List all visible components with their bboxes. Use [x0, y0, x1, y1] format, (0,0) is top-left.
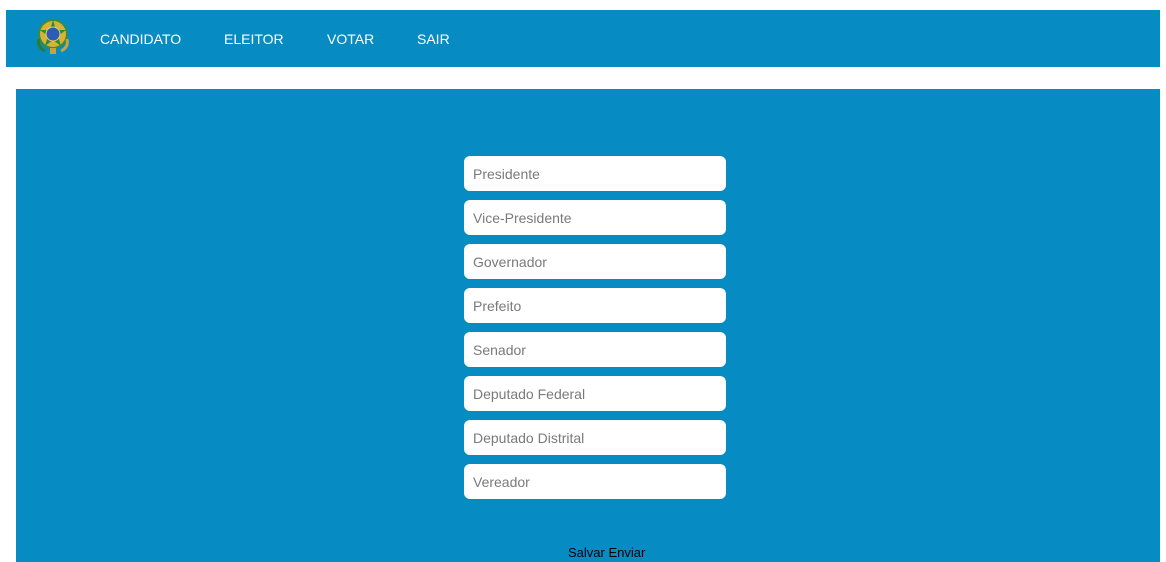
deputado-distrital-input[interactable]: [464, 420, 726, 455]
nav-eleitor[interactable]: ELEITOR: [224, 31, 284, 47]
presidente-input[interactable]: [464, 156, 726, 191]
brazil-coat-of-arms-icon[interactable]: [35, 17, 71, 55]
governador-input[interactable]: [464, 244, 726, 279]
deputado-federal-input[interactable]: [464, 376, 726, 411]
send-button[interactable]: Enviar: [608, 545, 645, 560]
senador-input[interactable]: [464, 332, 726, 367]
prefeito-input[interactable]: [464, 288, 726, 323]
save-button[interactable]: Salvar: [568, 545, 605, 560]
nav-votar[interactable]: VOTAR: [327, 31, 374, 47]
nav-sair[interactable]: SAIR: [417, 31, 450, 47]
top-navbar: CANDIDATO ELEITOR VOTAR SAIR: [6, 10, 1160, 67]
form-actions: Salvar Enviar: [568, 545, 645, 560]
vote-form-panel: Salvar Enviar: [16, 89, 1160, 562]
vice-presidente-input[interactable]: [464, 200, 726, 235]
nav-candidato[interactable]: CANDIDATO: [100, 31, 181, 47]
vereador-input[interactable]: [464, 464, 726, 499]
